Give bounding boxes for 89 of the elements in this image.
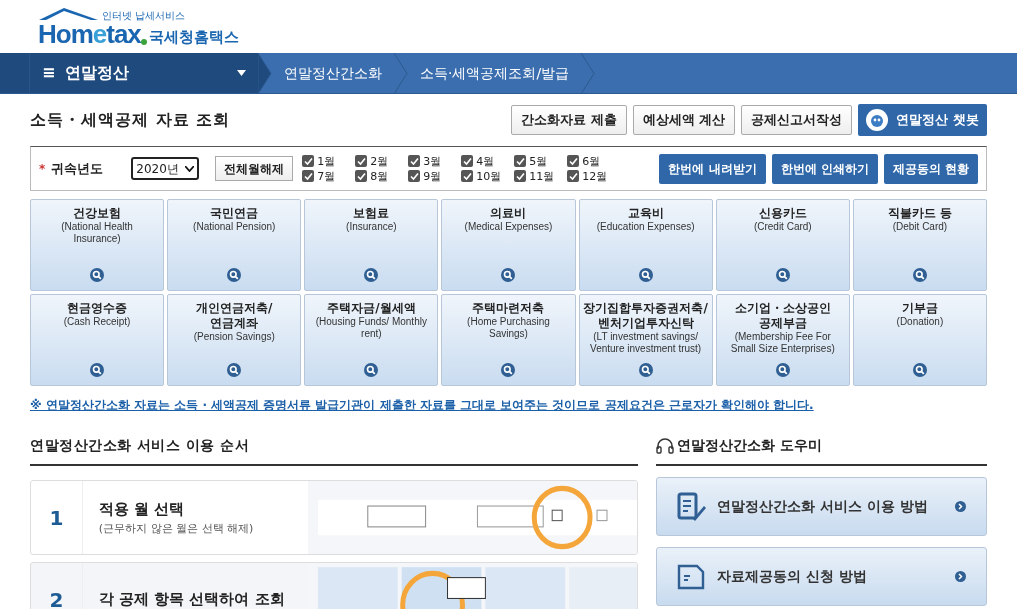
arrow-circle-icon xyxy=(955,571,966,582)
document-icon xyxy=(677,563,707,590)
category-tile[interactable]: 직불카드 등 (Debit Card) xyxy=(852,199,987,291)
month-label: 2월 xyxy=(370,155,389,167)
month-label: 4월 xyxy=(476,155,495,167)
category-tile[interactable]: 주택마련저축 (Home Purchasing Savings) xyxy=(441,294,576,386)
helper-link-button[interactable]: 연말정산간소화 서비스 이용 방법 xyxy=(656,477,987,536)
category-tile[interactable]: 의료비 (Medical Expenses) xyxy=(441,199,576,291)
search-icon xyxy=(90,268,105,282)
field-label: 귀속년도 xyxy=(51,159,105,178)
search-icon xyxy=(227,268,242,282)
month-checkbox[interactable] xyxy=(514,170,527,182)
month-label: 9월 xyxy=(423,170,442,182)
search-icon xyxy=(501,268,516,282)
year-select[interactable]: 2020년 xyxy=(131,157,200,180)
action-button[interactable]: 한번에 내려받기 xyxy=(659,153,766,184)
search-icon xyxy=(638,363,653,377)
chatbot-button[interactable]: 연말정산 챗봇 xyxy=(858,104,987,136)
caret-down-icon xyxy=(185,165,195,172)
search-icon xyxy=(912,363,927,377)
breadcrumb-link[interactable]: 연말정산간소화 xyxy=(272,62,394,84)
month-checkbox[interactable] xyxy=(408,170,421,182)
step-number: 1 xyxy=(31,481,83,554)
search-icon xyxy=(501,363,516,377)
category-tile[interactable]: 건강보험 (National Health Insurance) xyxy=(30,199,165,291)
search-icon xyxy=(90,363,105,377)
notice-link[interactable]: ※ 연말정산간소화 자료는 소득 · 세액공제 증명서류 발급기관이 제출한 자료를 그대로 보여주는 것이므로 공제요건은 근로자가 확인해야 합니다. xyxy=(30,397,814,413)
house-roof-icon xyxy=(38,7,98,21)
search-icon xyxy=(775,363,790,377)
action-button[interactable]: 공제신고서작성 xyxy=(741,105,853,135)
logo-korean-name: 국세청홈택스 xyxy=(148,30,239,45)
month-label: 12월 xyxy=(582,170,608,182)
category-tile[interactable]: 기부금 (Donation) xyxy=(852,294,987,386)
month-checkbox[interactable] xyxy=(567,155,580,167)
step-title: 적용 월 선택 xyxy=(98,499,186,520)
logo-tagline: 인터넷 납세서비스 xyxy=(102,11,186,21)
category-tile[interactable]: 신용카드 (Credit Card) xyxy=(715,199,850,291)
month-label: 8월 xyxy=(370,170,389,182)
document-pen-icon xyxy=(677,491,707,522)
month-checkbox[interactable] xyxy=(461,155,474,167)
breadcrumb-link[interactable]: 소득·세액공제조회/발급 xyxy=(408,62,582,84)
category-tile[interactable]: 소기업・소상공인 공제부금 (Membership Fee For Small Size Enterprises) xyxy=(715,294,850,386)
month-label: 1월 xyxy=(317,155,336,167)
category-tile[interactable]: 주택자금/월세액 (Housing Funds/ Monthly rent) xyxy=(304,294,439,386)
category-tile[interactable]: 장기집합투자증권저축/ 벤처기업투자신탁 (LT investment savings/ Venture investment trust) xyxy=(578,294,713,386)
category-tile[interactable]: 국민연금 (National Pension) xyxy=(167,199,302,291)
step-title: 각 공제 항목 선택하여 조회 xyxy=(98,589,286,609)
robot-icon xyxy=(866,109,889,131)
action-button[interactable]: 제공동의 현황 xyxy=(883,153,978,184)
section-title: 연말정산간소화 도우미 xyxy=(677,436,822,455)
section-title: 연말정산간소화 서비스 이용 순서 xyxy=(30,435,638,466)
action-button[interactable]: 예상세액 계산 xyxy=(632,105,736,135)
action-button[interactable]: 한번에 인쇄하기 xyxy=(771,153,878,184)
month-checkbox[interactable] xyxy=(302,170,315,182)
search-icon xyxy=(364,268,379,282)
month-checkbox[interactable] xyxy=(567,170,580,182)
month-checkbox[interactable] xyxy=(514,155,527,167)
clear-months-button[interactable]: 전체월해제 xyxy=(215,156,294,181)
search-icon xyxy=(775,268,790,282)
month-label: 7월 xyxy=(317,170,336,182)
month-label: 3월 xyxy=(423,155,442,167)
caret-down-icon xyxy=(237,70,246,76)
page-title: 소득・세액공제 자료 조회 xyxy=(30,109,231,131)
action-button[interactable]: 간소화자료 제출 xyxy=(511,105,627,135)
month-checkbox[interactable] xyxy=(302,155,315,167)
logo-wordmark[interactable]: Hometax xyxy=(38,21,141,47)
month-label: 11월 xyxy=(529,170,555,182)
month-checkbox[interactable] xyxy=(355,170,368,182)
month-checkbox[interactable] xyxy=(355,155,368,167)
search-icon xyxy=(364,363,379,377)
headset-icon xyxy=(656,437,674,454)
month-label: 5월 xyxy=(529,155,548,167)
category-tile[interactable]: 교육비 (Education Expenses) xyxy=(578,199,713,291)
dot-icon xyxy=(140,39,147,45)
helper-link-button[interactable]: 자료제공동의 신청 방법 xyxy=(656,547,987,606)
category-tile[interactable]: 보험료 (Insurance) xyxy=(304,199,439,291)
month-checkbox[interactable] xyxy=(408,155,421,167)
arrow-circle-icon xyxy=(955,501,966,512)
step-note: (근무하지 않은 월은 선택 해제) xyxy=(98,520,255,537)
required-mark: * xyxy=(39,160,46,178)
step-number: 2 xyxy=(31,563,83,609)
search-icon xyxy=(638,268,653,282)
search-icon xyxy=(912,268,927,282)
category-tile[interactable]: 개인연금저축/ 연금계좌 (Pension Savings) xyxy=(167,294,302,386)
search-icon xyxy=(227,363,242,377)
category-tile[interactable]: 현금영수증 (Cash Receipt) xyxy=(30,294,165,386)
month-label: 10월 xyxy=(476,170,502,182)
month-label: 6월 xyxy=(582,155,601,167)
month-checkbox[interactable] xyxy=(461,170,474,182)
